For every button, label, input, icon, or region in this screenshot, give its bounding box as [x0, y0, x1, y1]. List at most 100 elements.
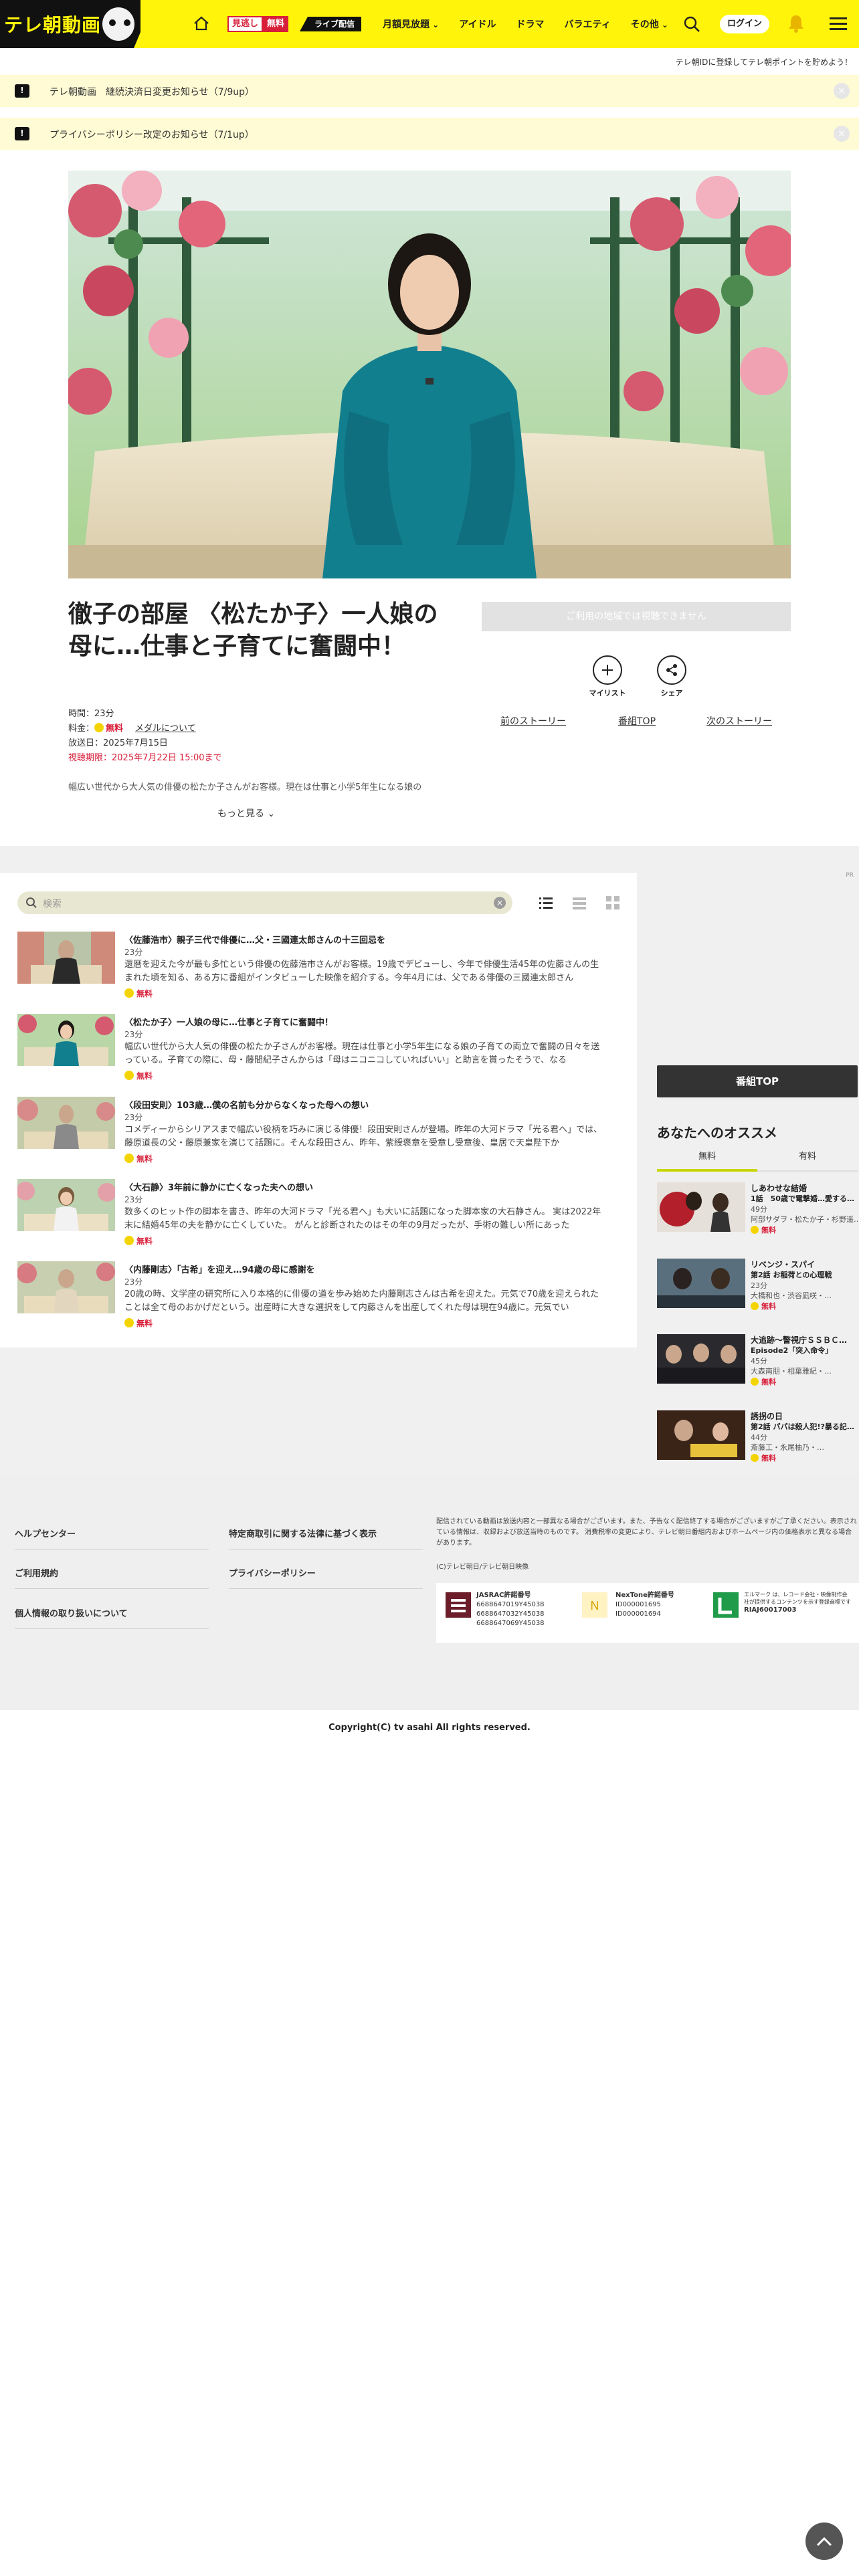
free-badge: 無料: [124, 1153, 153, 1164]
nextone-number: ID000001694: [615, 1610, 661, 1618]
episode-item-title: 〈佐藤浩市〉親子三代で俳優に…父・三國連太郎さんの十三回忌を: [124, 936, 386, 946]
chevron-down-icon: ⌄: [267, 809, 276, 819]
show-more-label: もっと見る: [217, 809, 264, 819]
tab-free[interactable]: 無料: [657, 1149, 757, 1162]
coin-icon: [751, 1226, 759, 1234]
recommend-thumbnail: [657, 1182, 745, 1232]
episode-list-item[interactable]: 〈大石静〉3年前に静かに亡くなった夫への想い 23分 数多くのヒット作の脚本を書…: [17, 1179, 606, 1249]
episode-list-item[interactable]: 〈段田安則〉103歳…僕の名前も分からなくなった母への想い 23分 コメディーか…: [17, 1097, 606, 1166]
footer-notice: 配信されている動画は放送内容と一部異なる場合がございます。また、予告なく配信終了…: [436, 1518, 857, 1547]
episode-list-item[interactable]: 〈松たか子〉一人娘の母に…仕事と子育てに奮闘中！ 23分 幅広い世代から大人気の…: [17, 1014, 606, 1083]
footer-link-privacy-handling[interactable]: 個人情報の取り扱いについて: [15, 1606, 209, 1629]
free-badge: 無料: [124, 1070, 153, 1081]
episode-item-duration: 23分: [124, 1195, 143, 1204]
episode-item-title: 〈内藤剛志〉「古希」を迎え…94歳の母に感謝を: [124, 1265, 315, 1275]
free-label: 無料: [136, 1237, 153, 1246]
recommend-item[interactable]: リベンジ・スパイ 第2話 お稲荷との心理戦 23分 大橋和也・渋谷凪咲・… 無料: [657, 1259, 858, 1323]
nav-item-variety[interactable]: バラエティ: [565, 17, 611, 31]
price-label: 料金：: [68, 724, 95, 734]
episode-thumbnail: [17, 932, 115, 984]
mylist-button[interactable]: [593, 655, 622, 685]
episode-item-description: 幅広い世代から大人気の俳優の松たか子さんがお客様。現在は仕事と小学5年生になる娘…: [124, 1042, 600, 1065]
back-to-top-button[interactable]: [805, 2523, 843, 2560]
episode-duration: 時間：23分: [68, 709, 114, 719]
notice-bar[interactable]: ! プライバシーポリシー改定のお知らせ（7/1up） ×: [0, 118, 859, 150]
list-view-icon[interactable]: [538, 895, 554, 911]
free-label: 無料: [136, 1319, 153, 1328]
episode-title: 徹子の部屋 〈松たか子〉一人娘の母に…仕事と子育てに奮闘中！: [68, 601, 438, 660]
plus-icon: [602, 665, 613, 675]
episode-thumbnail: [17, 1097, 115, 1149]
episode-item-title: 〈段田安則〉103歳…僕の名前も分からなくなった母への想い: [124, 1101, 369, 1111]
nextone-logo-icon: N: [582, 1592, 607, 1618]
mitai-free-badge[interactable]: 見逃し 無料: [227, 16, 289, 32]
nav-item-drama[interactable]: ドラマ: [516, 17, 545, 31]
home-icon[interactable]: [193, 15, 210, 32]
episode-item-title: 〈大石静〉3年前に静かに亡くなった夫への想い: [124, 1183, 314, 1193]
close-icon[interactable]: ×: [834, 83, 850, 99]
recommend-duration: 45分: [751, 1357, 767, 1366]
riaj-text: エルマーク は、レコード会社・映像制作会社が提供するコンテンツを示す登録商標です: [744, 1592, 851, 1605]
tab-paid[interactable]: 有料: [757, 1149, 858, 1162]
riaj-info: エルマーク は、レコード会社・映像制作会社が提供するコンテンツを示す登録商標です…: [744, 1591, 851, 1615]
detail-view-icon[interactable]: [571, 895, 587, 911]
grid-view-icon[interactable]: [605, 895, 621, 911]
episode-item-duration: 23分: [124, 948, 143, 957]
prev-story-link[interactable]: 前のストーリー: [500, 714, 566, 728]
nav-item-other[interactable]: その他: [631, 17, 668, 31]
nav-item-subscription[interactable]: 月額見放題: [383, 17, 439, 31]
next-story-link[interactable]: 次のストーリー: [706, 714, 772, 728]
mylist-label: マイリスト: [589, 689, 626, 697]
recommend-item[interactable]: しあわせな結婚 1話 50歳で電撃婚…愛する… 49分 阿部サダヲ・松たか子・杉…: [657, 1182, 858, 1247]
license-box: JASRAC許諾番号 6688647019Y45038 6688647032Y4…: [436, 1583, 859, 1643]
notice-bar[interactable]: ! テレ朝動画 継続決済日変更お知らせ（7/9up） ×: [0, 75, 859, 107]
medal-link[interactable]: メダルについて: [135, 724, 196, 734]
coin-icon: [751, 1454, 759, 1462]
footer-link-privacy-policy[interactable]: プライバシーポリシー: [229, 1566, 423, 1589]
live-stream-badge[interactable]: ライブ配信: [300, 17, 362, 31]
site-header: テレ朝動画 見逃し 無料 ライブ配信 月額見放題 アイドル ドラマ バラエティ …: [0, 0, 859, 48]
share-label: シェア: [660, 689, 683, 697]
episode-list-item[interactable]: 〈内藤剛志〉「古希」を迎え…94歳の母に感謝を 23分 20歳の時、文学座の研究…: [17, 1261, 606, 1331]
recommend-duration: 23分: [751, 1281, 767, 1290]
episode-item-description: 20歳の時、文学座の研究所に入り本格的に俳優の道を歩み始めた内藤剛志さんは古希を…: [124, 1289, 599, 1313]
recommend-item[interactable]: 大追跡～警視庁ＳＳＢＣ… Episode2「突入命令」 45分 大森南朋・相葉雅…: [657, 1334, 858, 1398]
bell-icon[interactable]: [787, 13, 805, 33]
episode-price-row: 料金： 無料 メダルについて: [68, 722, 222, 736]
mascot-icon: [100, 5, 136, 43]
logo-text: テレ朝動画: [4, 14, 102, 36]
recommend-title-text: 誘拐の日: [751, 1412, 783, 1421]
footer-link-help[interactable]: ヘルプセンター: [15, 1527, 209, 1549]
hamburger-menu-icon[interactable]: [830, 17, 847, 31]
login-button[interactable]: ログイン: [720, 15, 769, 33]
show-more-button[interactable]: もっと見る ⌄: [217, 807, 275, 820]
recommend-cast: 大橋和也・渋谷凪咲・…: [751, 1291, 832, 1300]
episode-search-input[interactable]: 検索 ×: [17, 891, 512, 914]
free-label: 無料: [761, 1302, 776, 1311]
jasrac-title: JASRAC許諾番号: [476, 1592, 531, 1599]
episode-list-item[interactable]: 〈佐藤浩市〉親子三代で俳優に…父・三國連太郎さんの十三回忌を 23分 還暦を迎え…: [17, 932, 606, 1001]
footer-credit: (C)テレビ朝日/テレビ朝日映像: [436, 1564, 529, 1571]
clear-icon[interactable]: ×: [494, 897, 506, 909]
free-label: 無料: [761, 1454, 776, 1463]
recommend-episode: 1話 50歳で電撃婚…愛する…: [751, 1194, 854, 1203]
footer-link-terms[interactable]: ご利用規約: [15, 1566, 209, 1589]
episode-hero-image: [68, 171, 791, 578]
program-top-button[interactable]: 番組TOP: [657, 1065, 858, 1097]
nav-item-idol[interactable]: アイドル: [459, 17, 496, 31]
notice-icon: !: [15, 127, 29, 140]
notice-text: テレ朝動画 継続決済日変更お知らせ（7/9up）: [50, 87, 255, 98]
free-badge: 無料: [751, 1376, 776, 1387]
recommend-item[interactable]: 誘拐の日 第2話 パパは殺人犯!?暴る記… 44分 斎藤工・永尾柚乃・… 無料: [657, 1410, 858, 1475]
riaj-number: RIAJ60017003: [744, 1606, 797, 1614]
footer-link-commerce-law[interactable]: 特定商取引に関する法律に基づく表示: [229, 1527, 423, 1549]
recommend-duration: 49分: [751, 1205, 767, 1214]
free-badge: 無料: [124, 1317, 153, 1329]
close-icon[interactable]: ×: [834, 126, 850, 142]
share-button[interactable]: [657, 655, 686, 685]
notice-text: プライバシーポリシー改定のお知らせ（7/1up）: [50, 130, 254, 140]
search-icon[interactable]: [682, 15, 701, 33]
region-unavailable-button[interactable]: ご利用の地域では視聴できません: [482, 602, 791, 631]
promo-text[interactable]: テレ朝IDに登録してテレ朝ポイントを貯めよう！: [676, 56, 852, 68]
program-top-link[interactable]: 番組TOP: [618, 714, 656, 728]
